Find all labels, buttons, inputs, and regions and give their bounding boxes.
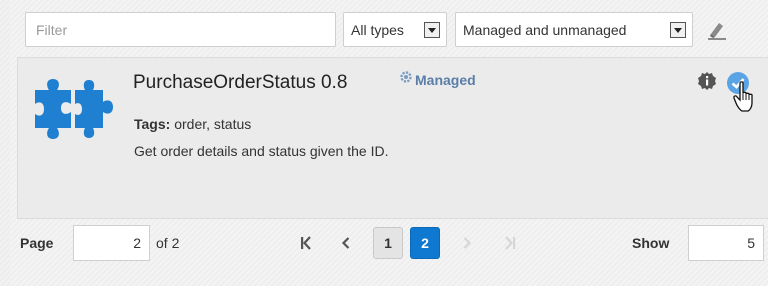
- hand-cursor-icon: [733, 81, 753, 112]
- page-count: of 2: [156, 235, 180, 251]
- previous-page-button[interactable]: [334, 229, 358, 257]
- service-title[interactable]: PurchaseOrderStatus 0.8: [133, 72, 347, 94]
- managed-badge: Managed: [399, 71, 476, 88]
- first-page-icon: [301, 236, 311, 250]
- tags-label: Tags:: [134, 116, 171, 132]
- tags-row: Tags: order, status: [134, 116, 251, 132]
- page-2-button[interactable]: 2: [410, 227, 440, 259]
- gear-icon: [400, 71, 412, 83]
- service-description: Get order details and status given the I…: [134, 143, 389, 159]
- last-page-button: [498, 229, 522, 257]
- service-card[interactable]: PurchaseOrderStatus 0.8 Managed Tags: or…: [17, 57, 768, 219]
- show-label: Show: [632, 235, 670, 251]
- next-page-button: [455, 229, 479, 257]
- last-page-icon: [505, 236, 516, 250]
- page-size-input[interactable]: [688, 225, 764, 261]
- chevron-left-icon: [341, 237, 350, 249]
- managed-status-label: Managed: [415, 72, 476, 88]
- clear-filter-button[interactable]: [704, 17, 730, 43]
- eraser-icon: [708, 23, 726, 40]
- dropdown-arrow-icon[interactable]: [670, 22, 686, 38]
- filter-input[interactable]: [25, 12, 336, 47]
- first-page-button[interactable]: [294, 229, 318, 257]
- chevron-right-icon: [463, 237, 472, 249]
- type-select[interactable]: All types: [343, 12, 447, 47]
- tags-value: order, status: [174, 116, 252, 132]
- puzzle-piece-icon: [35, 79, 113, 139]
- managed-select-value: Managed and unmanaged: [463, 21, 627, 38]
- page-label: Page: [20, 235, 54, 251]
- managed-select[interactable]: Managed and unmanaged: [455, 12, 693, 47]
- info-icon[interactable]: [697, 71, 717, 91]
- page-1-button[interactable]: 1: [373, 227, 403, 259]
- page-number-input[interactable]: [73, 225, 150, 261]
- dropdown-arrow-icon[interactable]: [424, 22, 440, 38]
- type-select-value: All types: [351, 21, 404, 38]
